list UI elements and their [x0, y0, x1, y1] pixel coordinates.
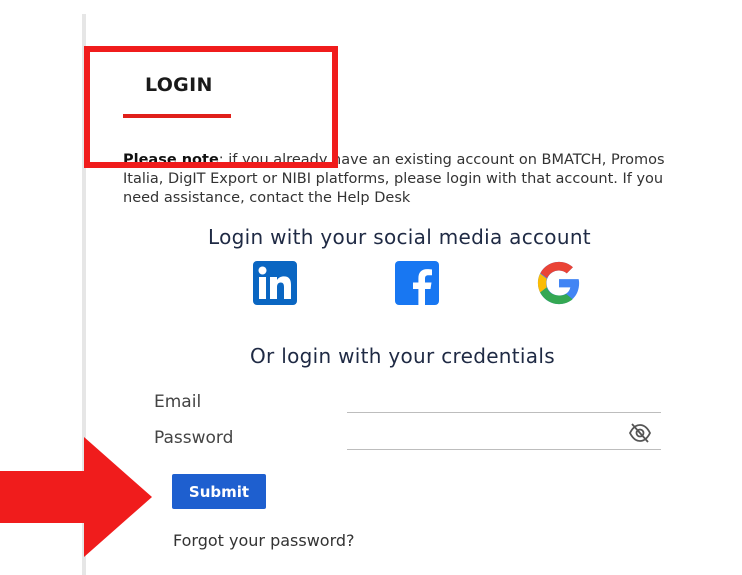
- red-highlight-box: [84, 46, 338, 168]
- linkedin-icon[interactable]: [252, 260, 298, 306]
- google-icon[interactable]: [536, 260, 582, 306]
- submit-button[interactable]: Submit: [172, 474, 266, 509]
- social-login-icons: [0, 260, 742, 310]
- email-field[interactable]: [347, 383, 661, 413]
- password-field[interactable]: [347, 420, 661, 450]
- email-label: Email: [154, 392, 202, 412]
- credentials-heading: Or login with your credentials: [250, 344, 555, 368]
- forgot-password-link[interactable]: Forgot your password?: [173, 531, 355, 550]
- eye-slash-icon[interactable]: [628, 422, 652, 444]
- red-arrow-annotation: [0, 433, 160, 558]
- password-label: Password: [154, 428, 234, 448]
- social-login-heading: Login with your social media account: [208, 225, 591, 249]
- facebook-icon[interactable]: [394, 260, 440, 306]
